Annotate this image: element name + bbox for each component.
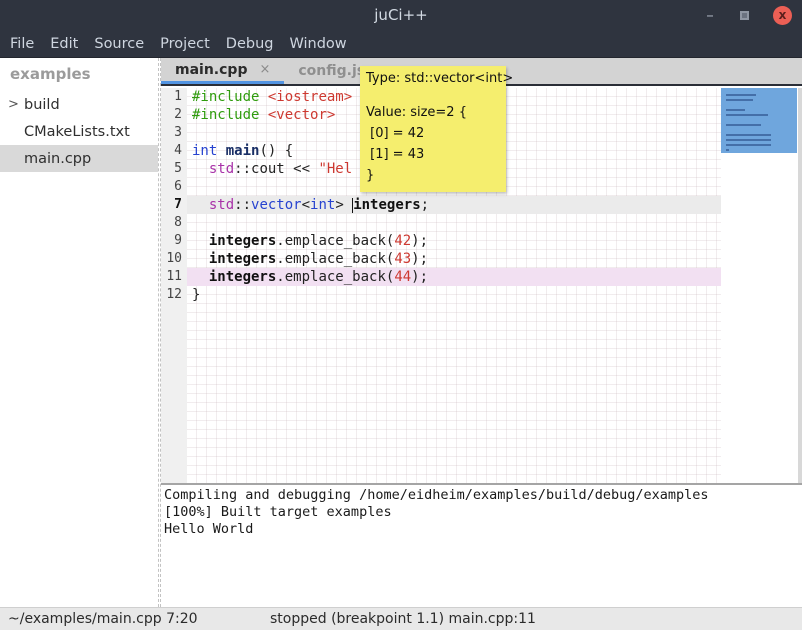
menu-item-project[interactable]: Project: [160, 36, 210, 52]
minimap-code-line: [726, 149, 729, 151]
output-line: Compiling and debugging /home/eidheim/ex…: [164, 487, 802, 504]
build-output-panel[interactable]: Compiling and debugging /home/eidheim/ex…: [161, 485, 802, 607]
minimize-button[interactable]: –: [704, 10, 716, 20]
code-line-content[interactable]: [187, 214, 721, 232]
minimap-code-line: [726, 94, 756, 96]
sidebar-item-label: build: [24, 97, 60, 113]
minimap-code-line: [726, 144, 771, 146]
minimap-code-line: [726, 109, 745, 111]
line-number[interactable]: 12: [161, 286, 187, 304]
code-line[interactable]: 12}: [161, 286, 721, 304]
debug-value-tooltip: Type: std::vector<int>Value: size=2 { [0…: [360, 66, 506, 192]
line-number[interactable]: 4: [161, 142, 187, 160]
window-title: juCi++: [374, 6, 427, 24]
sidebar-item-label: CMakeLists.txt: [24, 124, 130, 140]
code-line[interactable]: 7 std::vector<int> integers;: [161, 196, 721, 214]
output-line: [100%] Built target examples: [164, 504, 802, 521]
line-number[interactable]: 11: [161, 268, 187, 286]
sidebar-item-build[interactable]: >build: [0, 91, 158, 118]
minimap-code-line: [726, 114, 768, 116]
minimap-code-line: [726, 124, 761, 126]
close-button[interactable]: x: [773, 6, 792, 25]
line-number[interactable]: 10: [161, 250, 187, 268]
code-line-content[interactable]: integers.emplace_back(43);: [187, 250, 721, 268]
sidebar-item-main-cpp[interactable]: main.cpp: [0, 145, 158, 172]
minimap[interactable]: [721, 88, 797, 483]
line-number[interactable]: 1: [161, 88, 187, 106]
sidebar-item-cmakelists-txt[interactable]: CMakeLists.txt: [0, 118, 158, 145]
line-number[interactable]: 2: [161, 106, 187, 124]
status-bar: ~/examples/main.cpp 7:20 stopped (breakp…: [0, 607, 802, 630]
chevron-right-icon[interactable]: >: [8, 97, 24, 112]
code-line-content[interactable]: integers.emplace_back(42);: [187, 232, 721, 250]
tooltip-line: [0] = 42: [366, 123, 500, 144]
code-line-content[interactable]: integers.emplace_back(44);: [187, 268, 721, 286]
line-number[interactable]: 5: [161, 160, 187, 178]
tab-main-cpp[interactable]: main.cpp ×: [161, 58, 284, 84]
minimap-code-line: [726, 99, 753, 101]
minimap-code-line: [726, 134, 771, 136]
project-root-label: examples: [0, 58, 158, 91]
sidebar-item-label: main.cpp: [24, 151, 91, 167]
code-line[interactable]: 9 integers.emplace_back(42);: [161, 232, 721, 250]
tab-close-icon[interactable]: ×: [259, 62, 270, 77]
juci-window: juCi++ – x File Edit Source Project Debug Win…: [0, 0, 802, 630]
tooltip-line: [366, 88, 500, 102]
status-file-position: ~/examples/main.cpp 7:20: [8, 611, 198, 627]
file-tree-sidebar: examples >build CMakeLists.txt main.cpp: [0, 58, 158, 607]
tooltip-line: Value: size=2 {: [366, 102, 500, 123]
menu-item-edit[interactable]: Edit: [50, 36, 78, 52]
line-number[interactable]: 9: [161, 232, 187, 250]
menu-bar: File Edit Source Project Debug Window: [0, 30, 802, 58]
code-line-content[interactable]: }: [187, 286, 721, 304]
tooltip-line: [1] = 43: [366, 144, 500, 165]
menu-item-file[interactable]: File: [10, 36, 34, 52]
tab-label: main.cpp: [175, 62, 247, 78]
window-controls: – x: [704, 0, 792, 30]
output-line: Hello World: [164, 521, 802, 538]
menu-item-window[interactable]: Window: [289, 36, 346, 52]
status-debug-state: stopped (breakpoint 1.1) main.cpp:11: [270, 611, 536, 627]
tooltip-line: Type: std::vector<int>: [366, 70, 500, 88]
code-line-content[interactable]: std::vector<int> integers;: [187, 196, 721, 214]
editor-scrollbar[interactable]: [798, 88, 802, 483]
code-line[interactable]: 11 integers.emplace_back(44);: [161, 268, 721, 286]
line-number[interactable]: 6: [161, 178, 187, 196]
line-number[interactable]: 7: [161, 196, 187, 214]
code-line[interactable]: 10 integers.emplace_back(43);: [161, 250, 721, 268]
minimap-code-line: [726, 139, 771, 141]
code-line[interactable]: 8: [161, 214, 721, 232]
minimap-viewport[interactable]: [721, 88, 797, 153]
tooltip-line: }: [366, 165, 500, 186]
menu-item-debug[interactable]: Debug: [226, 36, 274, 52]
menu-item-source[interactable]: Source: [94, 36, 144, 52]
line-number[interactable]: 3: [161, 124, 187, 142]
maximize-button[interactable]: [740, 11, 749, 20]
line-number[interactable]: 8: [161, 214, 187, 232]
titlebar[interactable]: juCi++ – x: [0, 0, 802, 30]
